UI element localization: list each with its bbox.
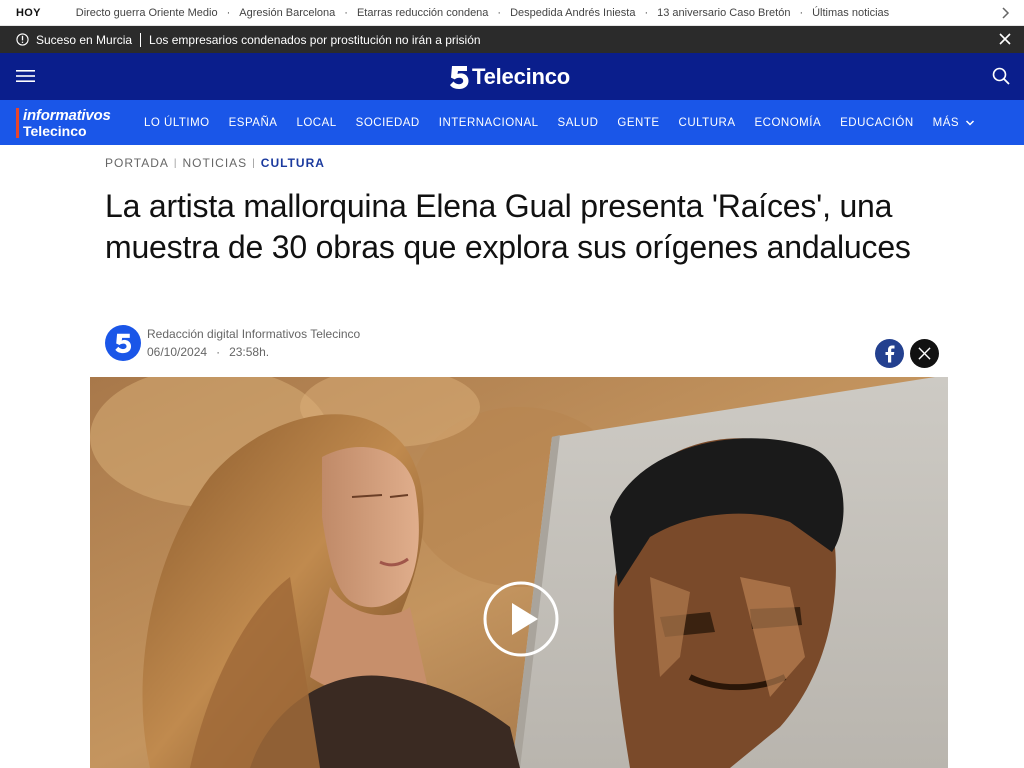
section-nav: informativos Telecinco LO ÚLTIMO ESPAÑA … [0, 100, 1024, 145]
nav-item-local[interactable]: LOCAL [296, 117, 336, 129]
breaking-news-bar[interactable]: Suceso en Murcia Los empresarios condena… [0, 26, 1024, 53]
article-title: La artista mallorquina Elena Gual presen… [105, 188, 911, 265]
breaking-tag[interactable]: Suceso en Murcia [36, 33, 132, 47]
info-icon [16, 33, 29, 46]
telecinco-logo[interactable]: Telecinco [449, 63, 570, 91]
nav-item-sociedad[interactable]: SOCIEDAD [356, 117, 420, 129]
nav-item-gente[interactable]: GENTE [617, 117, 659, 129]
hero-image [90, 377, 948, 768]
breadcrumb-separator: | [173, 157, 178, 169]
article-date: 06/10/2024 [147, 345, 208, 359]
search-icon[interactable] [992, 67, 1010, 85]
article-time: 23:58h. [229, 345, 270, 359]
telecinco-5-icon [115, 333, 132, 354]
article-meta: 06/10/2024 · 23:58h. [147, 345, 269, 359]
close-icon[interactable] [998, 32, 1012, 46]
separator-dot: · [644, 6, 649, 19]
breaking-message[interactable]: Los empresarios condenados por prostituc… [149, 33, 481, 47]
nav-item-salud[interactable]: SALUD [558, 117, 599, 129]
today-label: HOY [16, 6, 41, 19]
share-x-button[interactable] [910, 339, 939, 368]
section-nav-items: LO ÚLTIMO ESPAÑA LOCAL SOCIEDAD INTERNAC… [144, 100, 975, 145]
nav-item-lo-ultimo[interactable]: LO ÚLTIMO [144, 117, 210, 129]
x-icon [918, 347, 931, 360]
nav-item-espana[interactable]: ESPAÑA [229, 117, 278, 129]
breadcrumb-portada[interactable]: PORTADA [105, 156, 169, 170]
trending-link[interactable]: Últimas noticias [812, 7, 889, 19]
nav-item-cultura[interactable]: CULTURA [679, 117, 736, 129]
telecinco-5-icon [450, 66, 469, 89]
breadcrumb-cultura[interactable]: CULTURA [261, 156, 325, 170]
main-header: Telecinco [0, 53, 1024, 100]
author-avatar [105, 325, 141, 361]
trending-bar: HOY Directo guerra Oriente Medio · Agres… [0, 0, 1024, 26]
trending-link[interactable]: Despedida Andrés Iniesta [510, 7, 635, 19]
informativos-telecinco-logo[interactable]: informativos Telecinco [16, 107, 126, 139]
divider [140, 32, 142, 47]
breadcrumb-noticias[interactable]: NOTICIAS [183, 156, 248, 170]
separator-dot: · [226, 6, 231, 19]
logo-text: Telecinco [472, 64, 571, 89]
chevron-down-icon [966, 119, 975, 126]
trending-link[interactable]: Agresión Barcelona [239, 7, 335, 19]
trending-link[interactable]: Directo guerra Oriente Medio [76, 7, 218, 19]
nav-item-economia[interactable]: ECONOMÍA [755, 117, 822, 129]
separator-dot: · [799, 6, 804, 19]
facebook-icon [885, 345, 894, 362]
nav-more-label: MÁS [932, 116, 960, 129]
brand-line2: Telecinco [23, 123, 87, 139]
article-byline: Redacción digital Informativos Telecinco… [105, 325, 939, 369]
nav-item-internacional[interactable]: INTERNACIONAL [439, 117, 539, 129]
separator-dot: · [497, 6, 502, 19]
breadcrumb-separator: | [252, 157, 256, 169]
nav-item-educacion[interactable]: EDUCACIÓN [840, 117, 914, 129]
nav-more-button[interactable]: MÁS [933, 117, 975, 129]
meta-separator: · [216, 345, 221, 359]
brand-accent-bar [16, 108, 19, 138]
share-buttons [869, 339, 939, 368]
hamburger-menu-icon[interactable] [16, 68, 35, 84]
play-icon[interactable] [482, 580, 560, 658]
article-hero-video[interactable] [90, 377, 948, 768]
breadcrumb: PORTADA | NOTICIAS | CULTURA [105, 156, 325, 170]
trending-link[interactable]: Etarras reducción condena [357, 7, 488, 19]
trending-links: Directo guerra Oriente Medio · Agresión … [76, 7, 889, 19]
separator-dot: · [344, 6, 348, 19]
author-name: Redacción digital Informativos Telecinco [147, 327, 361, 341]
trending-link[interactable]: 13 aniversario Caso Bretón [657, 7, 790, 19]
share-facebook-button[interactable] [875, 339, 904, 368]
chevron-right-icon[interactable] [998, 5, 1012, 21]
brand-line1: informativos [23, 107, 111, 124]
